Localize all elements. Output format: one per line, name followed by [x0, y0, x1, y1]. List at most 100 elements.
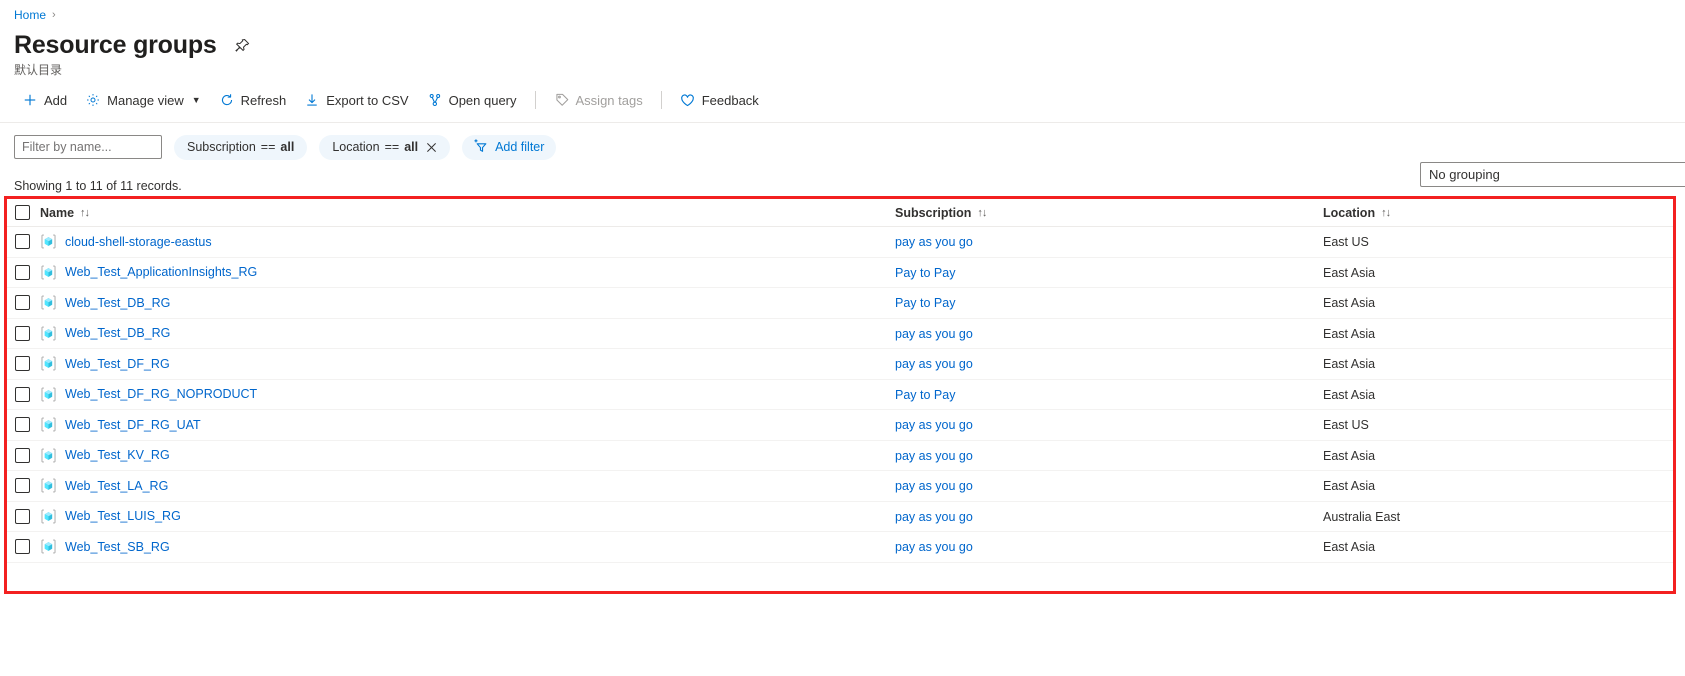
- location-value: East Asia: [1323, 448, 1376, 463]
- table-row[interactable]: Web_Test_KV_RG pay as you go East Asia: [7, 441, 1673, 471]
- manage-view-button[interactable]: Manage view ▼: [77, 88, 209, 112]
- resource-group-name-link[interactable]: Web_Test_DF_RG_UAT: [65, 418, 201, 432]
- row-checkbox[interactable]: [15, 356, 30, 372]
- close-icon[interactable]: [426, 142, 437, 153]
- feedback-label: Feedback: [701, 92, 759, 108]
- row-checkbox[interactable]: [15, 264, 30, 280]
- table-row[interactable]: Web_Test_DF_RG_UAT pay as you go East US: [7, 410, 1673, 441]
- table-row[interactable]: Web_Test_ApplicationInsights_RG Pay to Pa…: [7, 258, 1673, 288]
- add-filter-label: Add filter: [495, 140, 545, 154]
- resource-group-icon: [40, 508, 57, 525]
- directory-subtitle: 默认目录: [14, 63, 63, 77]
- subscription-link[interactable]: pay as you go: [895, 327, 973, 341]
- table-row[interactable]: Web_Test_LA_RG pay as you go East Asia: [7, 471, 1673, 502]
- column-header-subscription[interactable]: Subscription ↑↓: [895, 206, 987, 220]
- select-all-checkbox[interactable]: [15, 205, 30, 220]
- table-header-row: Name ↑↓ Subscription ↑↓ Location ↑↓: [7, 199, 1673, 227]
- resource-group-icon: [40, 416, 57, 433]
- resource-group-icon: [40, 233, 57, 250]
- resource-group-name-link[interactable]: Web_Test_SB_RG: [65, 540, 170, 554]
- subscription-link[interactable]: pay as you go: [895, 357, 973, 371]
- table-row[interactable]: Web_Test_LUIS_RG pay as you go Australia E…: [7, 502, 1673, 532]
- row-checkbox[interactable]: [15, 295, 30, 311]
- resource-group-name-link[interactable]: Web_Test_KV_RG: [65, 448, 170, 462]
- resource-group-icon: [40, 477, 57, 494]
- grouping-dropdown[interactable]: No grouping: [1420, 162, 1685, 187]
- export-csv-label: Export to CSV: [326, 92, 409, 108]
- row-checkbox[interactable]: [15, 234, 30, 250]
- row-checkbox[interactable]: [15, 508, 30, 524]
- table-row[interactable]: Web_Test_DB_RG pay as you go East Asia: [7, 319, 1673, 349]
- resource-group-name-link[interactable]: Web_Test_LUIS_RG: [65, 509, 181, 523]
- download-icon: [304, 92, 320, 108]
- subscription-link[interactable]: Pay to Pay: [895, 296, 955, 310]
- filter-pill-location[interactable]: Location == all: [319, 134, 451, 160]
- resource-group-icon: [40, 386, 57, 403]
- table-row[interactable]: Web_Test_SB_RG pay as you go East Asia: [7, 532, 1673, 563]
- resource-group-name-link[interactable]: Web_Test_DB_RG: [65, 326, 170, 340]
- subscription-link[interactable]: pay as you go: [895, 510, 973, 524]
- assign-tags-label: Assign tags: [575, 92, 643, 108]
- filter-pill-subscription-op: ==: [260, 140, 276, 154]
- row-checkbox[interactable]: [15, 447, 30, 463]
- chevron-down-icon: ▼: [191, 95, 201, 105]
- subscription-link[interactable]: Pay to Pay: [895, 388, 955, 402]
- row-checkbox[interactable]: [15, 539, 30, 555]
- breadcrumb-home-link[interactable]: Home: [14, 8, 46, 22]
- resource-group-name-link[interactable]: Web_Test_DF_RG: [65, 357, 170, 371]
- location-value: East Asia: [1323, 296, 1376, 311]
- resource-group-icon: [40, 538, 57, 555]
- export-csv-button[interactable]: Export to CSV: [296, 88, 416, 112]
- filter-pill-subscription[interactable]: Subscription == all: [174, 134, 308, 160]
- manage-view-label: Manage view: [107, 92, 184, 108]
- subscription-link[interactable]: pay as you go: [895, 449, 973, 463]
- row-checkbox[interactable]: [15, 386, 30, 402]
- resource-group-icon: [40, 294, 57, 311]
- resource-group-name-link[interactable]: Web_Test_DB_RG: [65, 296, 170, 310]
- filter-pill-subscription-field: Subscription: [187, 140, 256, 154]
- filter-pill-location-field: Location: [332, 140, 380, 154]
- add-button[interactable]: Add: [14, 88, 75, 112]
- breadcrumb: Home ›: [0, 0, 1685, 24]
- open-query-button[interactable]: Open query: [419, 88, 525, 112]
- column-header-name[interactable]: Name ↑↓: [40, 206, 90, 220]
- table-row[interactable]: Web_Test_DF_RG_NOPRODUCT Pay to Pay East A…: [7, 380, 1673, 410]
- subscription-link[interactable]: pay as you go: [895, 540, 973, 554]
- location-value: East Asia: [1323, 357, 1376, 372]
- resource-group-icon: [40, 325, 57, 342]
- toolbar-divider-2: [660, 91, 662, 109]
- location-value: East US: [1323, 235, 1369, 250]
- query-nodes-icon: [427, 92, 443, 108]
- subscription-link[interactable]: pay as you go: [895, 479, 973, 493]
- tag-icon: [554, 92, 570, 108]
- feedback-button[interactable]: Feedback: [672, 88, 767, 112]
- location-value: East Asia: [1323, 265, 1376, 280]
- resource-group-icon: [40, 355, 57, 372]
- resource-group-name-link[interactable]: Web_Test_ApplicationInsights_RG: [65, 265, 257, 279]
- table-row[interactable]: cloud-shell-storage-eastus pay as you go E…: [7, 227, 1673, 258]
- resource-group-name-link[interactable]: cloud-shell-storage-eastus: [65, 235, 212, 249]
- subscription-link[interactable]: Pay to Pay: [895, 266, 955, 280]
- subscription-link[interactable]: pay as you go: [895, 235, 973, 249]
- column-header-location[interactable]: Location ↑↓: [1323, 206, 1391, 220]
- refresh-button[interactable]: Refresh: [211, 88, 295, 112]
- add-filter-button[interactable]: Add filter: [462, 134, 557, 160]
- location-value: East Asia: [1323, 387, 1376, 402]
- pin-icon[interactable]: [233, 35, 253, 55]
- toolbar-divider: [534, 91, 536, 109]
- location-value: Australia East: [1323, 509, 1401, 524]
- resource-group-name-link[interactable]: Web_Test_DF_RG_NOPRODUCT: [65, 387, 257, 401]
- subscription-link[interactable]: pay as you go: [895, 418, 973, 432]
- filter-by-name-input[interactable]: [14, 135, 162, 159]
- table-row[interactable]: Web_Test_DF_RG pay as you go East Asia: [7, 349, 1673, 380]
- resource-group-icon: [40, 264, 57, 281]
- row-checkbox[interactable]: [15, 325, 30, 341]
- row-checkbox[interactable]: [15, 417, 30, 433]
- command-bar: Add Manage view ▼ Refresh Export to CSV …: [0, 78, 1685, 117]
- assign-tags-button[interactable]: Assign tags: [546, 88, 651, 112]
- location-value: East Asia: [1323, 479, 1376, 494]
- row-checkbox[interactable]: [15, 478, 30, 494]
- table-row[interactable]: Web_Test_DB_RG Pay to Pay East Asia: [7, 288, 1673, 319]
- breadcrumb-separator-icon: ›: [52, 9, 56, 21]
- resource-group-name-link[interactable]: Web_Test_LA_RG: [65, 479, 168, 493]
